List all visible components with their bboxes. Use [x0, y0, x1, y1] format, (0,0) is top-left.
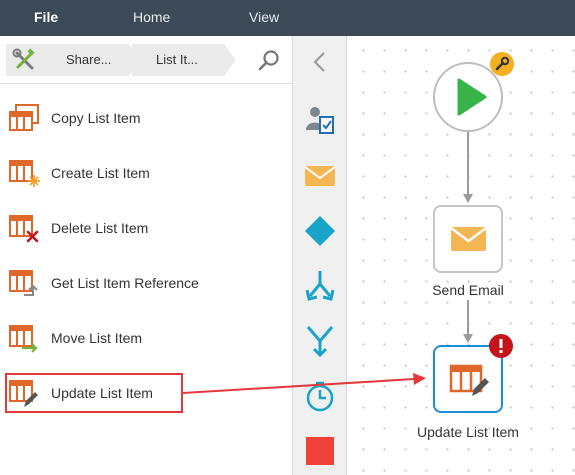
- wrench-icon: [495, 56, 510, 71]
- list-item-label: Get List Item Reference: [51, 275, 199, 291]
- chevron-left-icon: [313, 52, 325, 72]
- toolbox-stop[interactable]: [302, 433, 338, 469]
- timer-icon: [306, 381, 334, 412]
- breadcrumb: Share... List It...: [0, 36, 292, 84]
- annotation-highlight-box: [5, 373, 183, 413]
- breadcrumb-item-label: List It...: [156, 52, 198, 67]
- list-item-get-list-item-reference[interactable]: Get List Item Reference: [0, 256, 292, 311]
- start-settings-badge[interactable]: [490, 52, 514, 76]
- search-icon: [258, 50, 279, 71]
- list-item-create-list-item[interactable]: Create List Item: [0, 146, 292, 201]
- toolbox-strip: [292, 36, 347, 475]
- update-list-item-node-label: Update List Item: [417, 424, 519, 440]
- breadcrumb-separator: [224, 44, 236, 76]
- list-item-move-list-item[interactable]: Move List Item: [0, 311, 292, 366]
- tools-icon: [12, 48, 35, 70]
- toolbox-assign-task[interactable]: [302, 102, 338, 138]
- move-list-item-icon: [9, 325, 38, 353]
- decision-diamond-icon: [305, 216, 335, 246]
- list-item-label: Delete List Item: [51, 220, 149, 236]
- error-badge[interactable]: [489, 334, 513, 358]
- list-item-copy-list-item[interactable]: Copy List Item: [0, 91, 292, 146]
- list-item-delete-list-item[interactable]: Delete List Item: [0, 201, 292, 256]
- send-email-node-label: Send Email: [432, 282, 504, 298]
- branch-merge-icon: [306, 326, 334, 358]
- breadcrumb-item-sharepoint[interactable]: Share...: [44, 44, 130, 76]
- search-button[interactable]: [254, 46, 284, 74]
- toolbox-timer[interactable]: [302, 378, 338, 414]
- list-item-label: Copy List Item: [51, 110, 141, 126]
- assign-task-icon: [306, 107, 334, 134]
- list-item-label: Create List Item: [51, 165, 150, 181]
- collapse-panel-button[interactable]: [302, 44, 338, 80]
- email-icon: [450, 226, 487, 251]
- get-list-item-reference-icon: [9, 270, 38, 296]
- menu-bar: File Home View: [0, 0, 575, 36]
- toolbox-branch-split[interactable]: [302, 268, 338, 304]
- copy-list-item-icon: [9, 104, 39, 131]
- toolbox-branch-merge[interactable]: [302, 323, 338, 359]
- exclamation-icon: [499, 339, 503, 353]
- breadcrumb-item-label: Share...: [66, 52, 112, 67]
- email-icon: [304, 166, 336, 186]
- delete-list-item-icon: [9, 215, 39, 243]
- breadcrumb-item-list-items[interactable]: List It...: [132, 44, 224, 76]
- create-list-item-icon: [9, 160, 40, 187]
- breadcrumb-root-button[interactable]: [6, 44, 44, 76]
- stop-icon: [306, 437, 334, 465]
- menu-home[interactable]: Home: [133, 0, 170, 36]
- menu-view[interactable]: View: [249, 0, 279, 36]
- toolbox-decision[interactable]: [302, 213, 338, 249]
- branch-split-icon: [305, 271, 335, 301]
- action-list: Copy List Item Create List Item Delete L…: [0, 84, 292, 475]
- list-item-label: Move List Item: [51, 330, 143, 346]
- menu-file[interactable]: File: [34, 0, 58, 36]
- send-email-node[interactable]: [433, 205, 503, 273]
- toolbox-send-email[interactable]: [302, 158, 338, 194]
